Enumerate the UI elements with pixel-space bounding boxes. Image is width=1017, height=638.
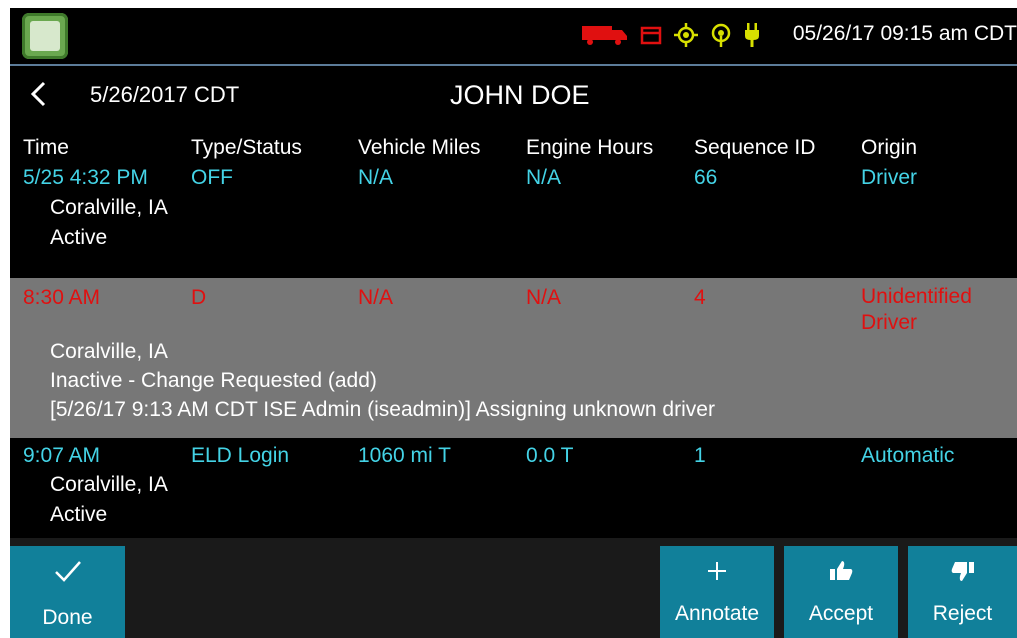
annotate-button[interactable]: Annotate: [660, 546, 774, 638]
cell-hours: 0.0 T: [526, 444, 574, 467]
cell-note: [5/26/17 9:13 AM CDT ISE Admin (iseadmin…: [50, 398, 715, 421]
page-header: 5/26/2017 CDT JOHN DOE: [10, 66, 1017, 122]
accept-button[interactable]: Accept: [784, 546, 898, 638]
cell-hours: N/A: [526, 286, 562, 309]
table-row[interactable]: Time Type/Status Vehicle Miles Engine Ho…: [10, 126, 1017, 268]
cell-origin-line2: Driver: [861, 311, 917, 334]
cell-status: Inactive - Change Requested (add): [50, 369, 377, 392]
cell-status: Active: [50, 226, 108, 249]
status-datetime: 05/26/17 09:15 am CDT: [792, 22, 1017, 45]
gps-icon: [674, 23, 698, 47]
cell-type: ELD Login: [191, 444, 290, 467]
cell-sequence: 4: [694, 286, 706, 309]
cell-origin-line1: Unidentified: [861, 285, 972, 308]
cell-miles: N/A: [358, 166, 394, 189]
status-bar: 05/26/17 09:15 am CDT: [10, 8, 1017, 64]
column-header-origin: Origin: [861, 136, 918, 159]
cell-origin: Unidentified Driver: [861, 284, 972, 336]
cell-type: D: [191, 286, 207, 309]
cell-hours: N/A: [526, 166, 562, 189]
table-row-selected[interactable]: 8:30 AM D N/A N/A 4 Unidentified Driver …: [10, 278, 1017, 438]
column-header-sequence: Sequence ID: [694, 136, 816, 159]
done-button[interactable]: Done: [10, 546, 125, 638]
plus-icon: [660, 558, 774, 588]
page-title: JOHN DOE: [450, 80, 590, 110]
cell-location: Coralville, IA: [50, 196, 168, 219]
accept-label: Accept: [808, 602, 874, 625]
cell-miles: N/A: [358, 286, 394, 309]
signal-icon: [711, 23, 731, 47]
action-bar: Done Annotate Accept Reject: [10, 538, 1017, 638]
reject-label: Reject: [932, 602, 993, 625]
plug-icon: [745, 23, 759, 47]
cell-sequence: 1: [694, 444, 706, 467]
back-chevron-icon[interactable]: [28, 76, 56, 112]
cell-status: Active: [50, 503, 108, 526]
table-row[interactable]: 9:07 AM ELD Login 1060 mi T 0.0 T 1 Auto…: [10, 438, 1017, 538]
status-icons: [582, 22, 760, 48]
device-screen: 05/26/17 09:15 am CDT 5/26/2017 CDT JOHN…: [10, 8, 1017, 638]
thumbs-up-icon: [784, 558, 898, 588]
cell-time: 9:07 AM: [23, 444, 101, 467]
column-header-hours: Engine Hours: [526, 136, 654, 159]
header-date: 5/26/2017 CDT: [90, 82, 240, 107]
reject-button[interactable]: Reject: [908, 546, 1017, 638]
done-label: Done: [42, 606, 93, 629]
app-icon[interactable]: [22, 13, 68, 59]
checkmark-icon: [10, 558, 125, 590]
trailer-icon: [640, 26, 662, 45]
column-header-time: Time: [23, 136, 69, 159]
cell-miles: 1060 mi T: [358, 444, 451, 467]
cell-origin: Automatic: [861, 444, 955, 467]
cell-time: 8:30 AM: [23, 286, 101, 309]
column-header-type: Type/Status: [191, 136, 302, 159]
thumbs-down-icon: [908, 558, 1017, 588]
cell-type: OFF: [191, 166, 233, 189]
cell-sequence: 66: [694, 166, 718, 189]
cell-location: Coralville, IA: [50, 473, 168, 496]
cell-time: 5/25 4:32 PM: [23, 166, 148, 189]
cell-location: Coralville, IA: [50, 340, 168, 363]
cell-origin: Driver: [861, 166, 917, 189]
annotate-label: Annotate: [674, 602, 760, 625]
column-header-miles: Vehicle Miles: [358, 136, 481, 159]
truck-icon: [582, 26, 627, 45]
